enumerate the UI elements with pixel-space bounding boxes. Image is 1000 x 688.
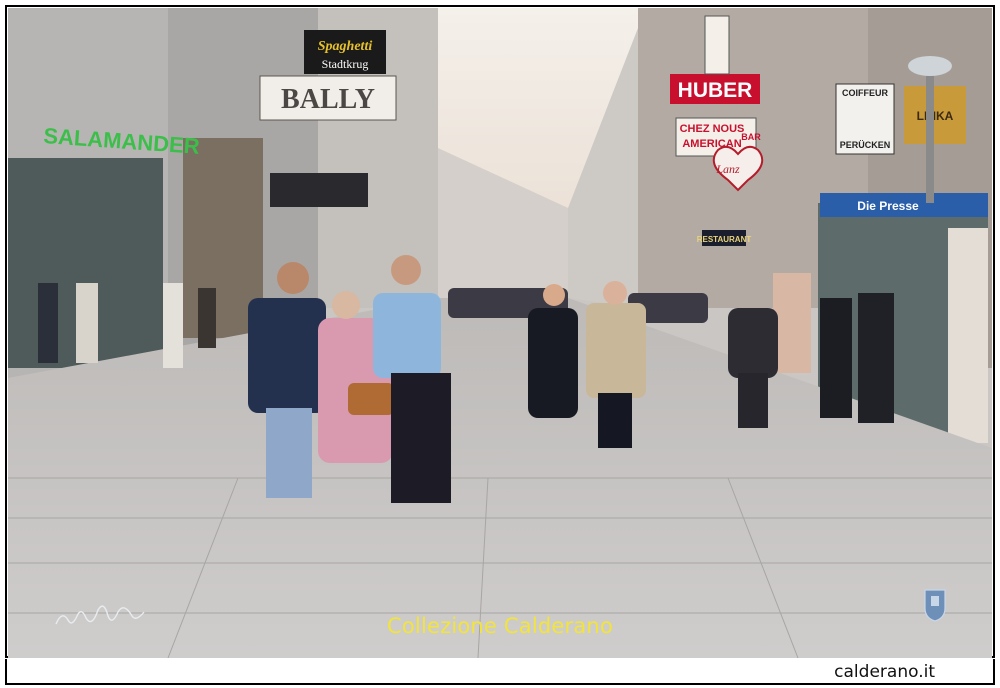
lanz-sign: Lanz bbox=[715, 162, 740, 176]
kiosk-sign: Die Presse bbox=[857, 199, 919, 213]
postcard-rack bbox=[948, 228, 988, 443]
vertical-sign bbox=[704, 15, 730, 75]
handbag bbox=[348, 383, 394, 415]
street-lamp bbox=[926, 63, 934, 203]
bally-sign: BALLY bbox=[281, 84, 375, 115]
linka-sign: LINKA bbox=[917, 109, 954, 123]
stadtkrug-sign: Stadtkrug bbox=[322, 57, 369, 71]
person-blue-sweater bbox=[373, 293, 441, 378]
postcard-stand bbox=[773, 273, 811, 373]
street-photo: SALAMANDER BALLY Spaghetti Stadtkrug HUB… bbox=[8, 8, 992, 658]
person-dark-jacket bbox=[248, 298, 326, 413]
perucken-sign: PERÜCKEN bbox=[840, 140, 891, 150]
shop-banner-dark bbox=[270, 173, 368, 207]
lamp-head bbox=[908, 56, 952, 76]
collection-caption: Collezione Calderano bbox=[387, 614, 613, 638]
street-scene: SALAMANDER BALLY Spaghetti Stadtkrug HUB… bbox=[8, 8, 992, 658]
site-name: calderano.it bbox=[834, 662, 935, 682]
huber-sign: HUBER bbox=[678, 79, 753, 102]
bar-sign: BAR bbox=[741, 132, 761, 142]
footer-bar: calderano.it bbox=[5, 659, 995, 685]
restaurant-sign: RESTAURANT bbox=[697, 235, 752, 244]
chez-nous-sign: CHEZ NOUS bbox=[680, 123, 745, 135]
spaghetti-sign: Spaghetti bbox=[318, 39, 373, 54]
coiffeur-sign: COIFFEUR bbox=[842, 88, 888, 98]
